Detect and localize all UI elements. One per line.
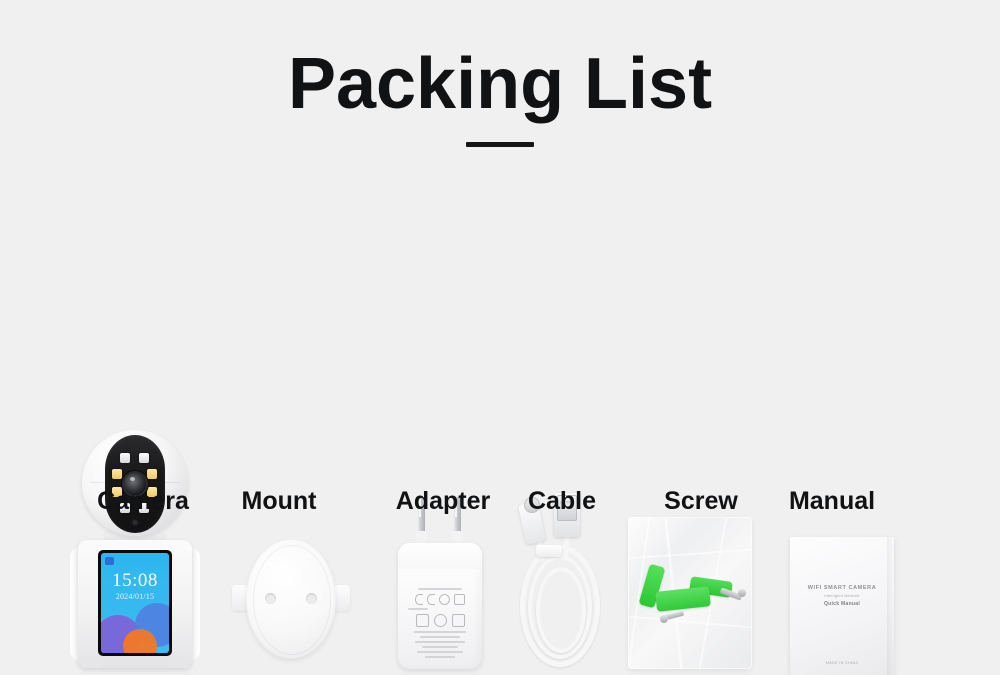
- items-row: 15:08 2024/01/15 WIFI SMART CAMERA Intel…: [0, 205, 1000, 675]
- screw-head: [738, 589, 746, 597]
- page-title: Packing List: [287, 44, 713, 124]
- rohs-mark-icon: [439, 594, 450, 605]
- adapter-print-line: [408, 608, 428, 610]
- camera-display-inner: 15:08 2024/01/15: [101, 553, 169, 653]
- item-manual[interactable]: WIFI SMART CAMERA Intelligent Network Qu…: [790, 537, 894, 675]
- label-camera: Camera: [97, 487, 189, 515]
- adapter-print-line: [422, 646, 458, 648]
- item-labels-row: Camera Mount Adapter Cable Screw Manual: [0, 487, 1000, 533]
- waste-bin-icon: [415, 614, 429, 627]
- cert-square-icon: [454, 594, 465, 605]
- title-underline-rule: [466, 142, 534, 147]
- label-screw: Screw: [664, 487, 738, 515]
- ce-mark-icon: [427, 594, 435, 605]
- adapter-top-face: [398, 543, 482, 569]
- adapter-print-line: [415, 641, 465, 643]
- adapter-print-line: [425, 656, 455, 658]
- display-time: 15:08: [112, 570, 158, 591]
- adapter-print-line: [420, 636, 460, 638]
- cable-loop: [536, 567, 586, 653]
- wall-anchor: [655, 586, 711, 612]
- item-screw[interactable]: [628, 517, 752, 669]
- mount-screw-hole: [306, 593, 317, 604]
- manual-cover-heading: Quick Manual: [823, 601, 861, 607]
- adapter-print-line: [418, 588, 462, 590]
- screw-head: [660, 615, 668, 623]
- manual-booklet: WIFI SMART CAMERA Intelligent Network Qu…: [790, 537, 894, 675]
- camera-foot-right: [168, 658, 188, 668]
- cable-tie: [536, 545, 562, 557]
- label-adapter: Adapter: [395, 487, 491, 515]
- bag-crease: [628, 615, 752, 629]
- display-status-badge-icon: [105, 557, 114, 565]
- camera-mic-dot: [132, 446, 138, 451]
- label-mount: Mount: [241, 487, 317, 515]
- manual-cover-title: WIFI SMART CAMERA: [807, 585, 877, 591]
- display-date: 2024/01/15: [115, 592, 155, 601]
- mount-screw-hole: [265, 593, 276, 604]
- title-block: Packing List: [0, 48, 1000, 147]
- screw-bag: [628, 517, 752, 669]
- manual-cover-subtitle: Intelligent Network: [824, 594, 860, 598]
- mount-tab-right: [334, 585, 350, 611]
- adapter-cert-marks: [408, 594, 472, 605]
- camera-led: [120, 453, 130, 463]
- camera-led-warm: [147, 469, 157, 479]
- adapter-print-line: [414, 631, 466, 633]
- item-camera[interactable]: 15:08 2024/01/15: [70, 430, 200, 675]
- adapter-print-line: [417, 651, 463, 653]
- bag-crease: [628, 548, 752, 560]
- manual-cover-footer: MADE IN CHINA: [825, 661, 859, 665]
- class2-icon: [451, 614, 465, 627]
- label-cable: Cable: [527, 487, 597, 515]
- ce-mark-icon: [415, 594, 423, 605]
- adapter-symbol-row: [408, 614, 472, 627]
- camera-foot-left: [82, 658, 102, 668]
- camera-led: [139, 453, 149, 463]
- packing-list-page: Packing List 15:08 2024/01/15 WIFI SMART…: [0, 0, 1000, 675]
- camera-display[interactable]: 15:08 2024/01/15: [98, 550, 172, 656]
- camera-led-warm: [112, 469, 122, 479]
- adapter-certification-print: [408, 585, 472, 661]
- recycle-icon: [433, 614, 447, 627]
- label-manual: Manual: [788, 487, 876, 515]
- item-mount[interactable]: [232, 539, 350, 663]
